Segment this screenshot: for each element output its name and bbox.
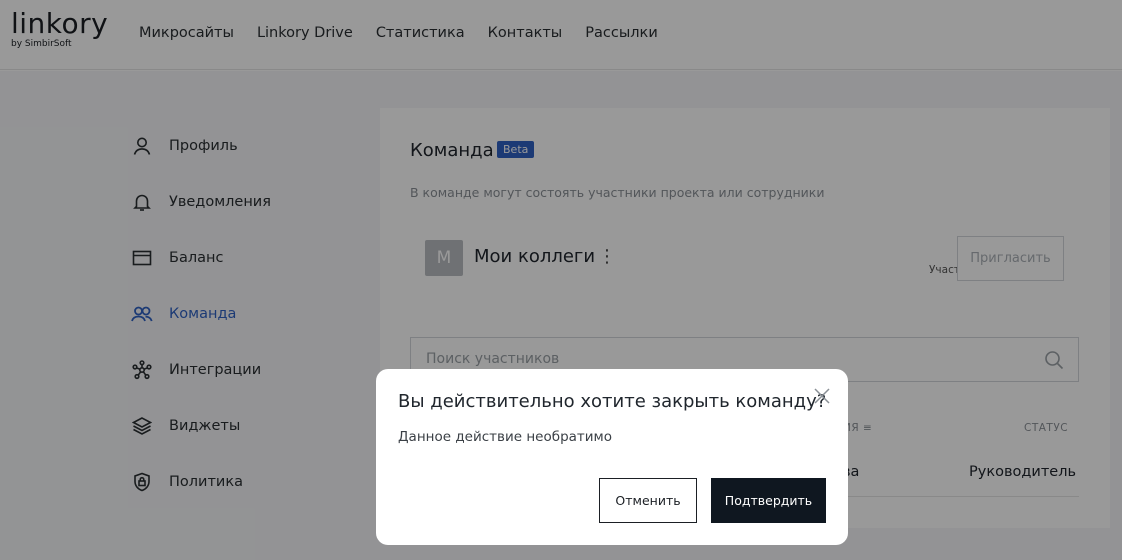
close-icon[interactable] <box>812 386 832 406</box>
cancel-button[interactable]: Отменить <box>599 478 697 523</box>
dialog-description: Данное действие необратимо <box>398 429 612 445</box>
confirm-button[interactable]: Подтвердить <box>711 478 826 523</box>
confirm-close-team-dialog: Вы действительно хотите закрыть команду?… <box>376 369 848 545</box>
dialog-title: Вы действительно хотите закрыть команду? <box>398 391 827 412</box>
